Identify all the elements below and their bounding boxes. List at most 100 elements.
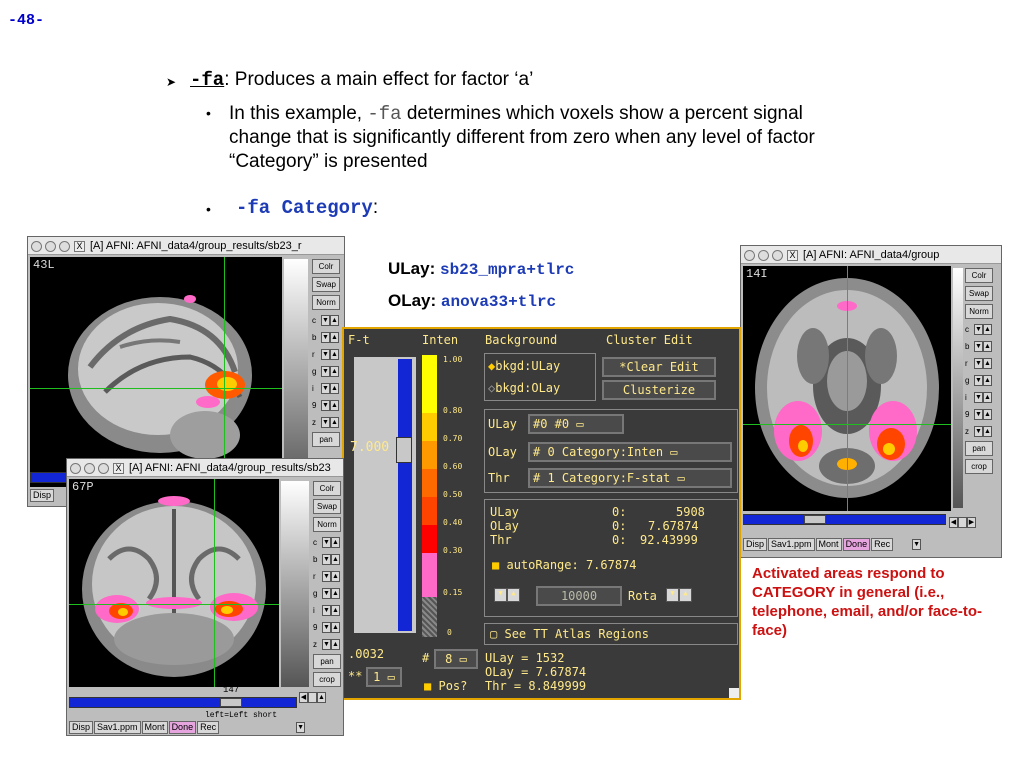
close-dot-icon[interactable] — [70, 462, 81, 474]
see-tt-toggle[interactable]: ▢ See TT Atlas Regions — [490, 627, 649, 641]
sav1ppm-button[interactable]: Sav1.ppm — [768, 538, 815, 551]
window-titlebar[interactable]: X [A] AFNI: AFNI_data4/group_results/sb23… — [28, 237, 344, 255]
down-arrow-icon[interactable]: ▼ — [321, 417, 330, 429]
hash-menu[interactable]: 8 ▭ — [434, 649, 478, 669]
right-arrow-icon[interactable]: ▶ — [967, 517, 976, 529]
colr-button[interactable]: Colr — [965, 268, 993, 283]
bkgd-ulay-radio[interactable]: ◆bkgd:ULay — [488, 359, 560, 373]
slice-slider[interactable] — [30, 472, 70, 483]
swap-button[interactable]: Swap — [965, 286, 993, 301]
up-arrow-icon[interactable]: ▲ — [507, 587, 520, 602]
slider-knob[interactable] — [804, 515, 826, 524]
down-arrow-icon[interactable]: ▼ — [974, 375, 983, 387]
up-arrow-icon[interactable]: ▲ — [331, 554, 340, 566]
disp-button[interactable]: Disp — [69, 721, 94, 734]
rec-button[interactable]: Rec — [871, 538, 894, 551]
close-dot-icon[interactable] — [744, 249, 755, 261]
axial-image[interactable]: 14I — [743, 266, 951, 511]
done-button[interactable]: Done — [842, 538, 871, 551]
up-arrow-icon[interactable]: ▲ — [983, 375, 992, 387]
olay-dataset-menu[interactable]: # 0 Category:Inten ▭ — [528, 442, 732, 462]
colr-button[interactable]: Colr — [312, 259, 340, 274]
coronal-image[interactable]: 67P — [69, 479, 279, 687]
pan-button[interactable]: pan — [312, 432, 340, 447]
up-arrow-icon[interactable]: ▲ — [331, 622, 340, 634]
up-arrow-icon[interactable]: ▲ — [330, 417, 339, 429]
clear-edit-button[interactable]: *Clear Edit — [602, 357, 716, 377]
x-icon[interactable]: X — [113, 462, 124, 474]
done-button[interactable]: Done — [168, 721, 197, 734]
disp-button[interactable]: Disp — [743, 538, 768, 551]
up-arrow-icon[interactable]: ▲ — [330, 315, 339, 327]
pan-button[interactable]: pan — [313, 654, 341, 669]
up-arrow-icon[interactable]: ▲ — [330, 366, 339, 378]
down-arrow-icon[interactable]: ▼ — [321, 383, 330, 395]
up-arrow-icon[interactable]: ▲ — [983, 324, 992, 336]
down-arrow-icon[interactable]: ▼ — [321, 332, 330, 344]
down-arrow-icon[interactable]: ▼ — [321, 349, 330, 361]
up-arrow-icon[interactable]: ▲ — [331, 639, 340, 651]
pos-toggle[interactable]: ■ Pos? — [424, 679, 467, 693]
window-titlebar[interactable]: X [A] AFNI: AFNI_data4/group_results/sb23 — [67, 459, 343, 477]
up-arrow-icon[interactable]: ▲ — [317, 692, 326, 704]
down-arrow-icon[interactable]: ▼ — [321, 315, 330, 327]
x-icon[interactable]: X — [74, 240, 85, 252]
mont-button[interactable]: Mont — [815, 538, 842, 551]
down-arrow-icon[interactable]: ▼ — [912, 539, 922, 551]
mont-button[interactable]: Mont — [141, 721, 168, 734]
down-arrow-icon[interactable]: ▼ — [974, 426, 983, 438]
down-arrow-icon[interactable]: ▼ — [296, 722, 306, 734]
down-arrow-icon[interactable]: ▼ — [322, 571, 331, 583]
up-arrow-icon[interactable]: ▲ — [331, 571, 340, 583]
up-arrow-icon[interactable]: ▲ — [331, 537, 340, 549]
sav1ppm-button[interactable]: Sav1.ppm — [94, 721, 141, 734]
zoom-dot-icon[interactable] — [772, 249, 783, 261]
down-arrow-icon[interactable]: ▼ — [321, 400, 330, 412]
left-arrow-icon[interactable]: ◀ — [949, 517, 958, 529]
window-titlebar[interactable]: X [A] AFNI: AFNI_data4/group — [741, 246, 1001, 264]
up-arrow-icon[interactable]: ▲ — [983, 392, 992, 404]
rec-button[interactable]: Rec — [197, 721, 220, 734]
up-arrow-icon[interactable]: ▲ — [330, 349, 339, 361]
up-arrow-icon[interactable]: ▲ — [330, 383, 339, 395]
down-arrow-icon[interactable]: ▼ — [974, 358, 983, 370]
down-arrow-icon[interactable]: ▼ — [322, 622, 331, 634]
up-arrow-icon[interactable]: ▲ — [983, 341, 992, 353]
swap-button[interactable]: Swap — [312, 277, 340, 292]
clusterize-button[interactable]: Clusterize — [602, 380, 716, 400]
resize-handle[interactable] — [729, 688, 739, 698]
square-icon[interactable] — [958, 517, 967, 529]
sagittal-image[interactable]: 43L — [30, 257, 282, 487]
left-arrow-icon[interactable]: ◀ — [299, 692, 308, 704]
range-input[interactable]: 10000 — [536, 586, 622, 606]
threshold-slider[interactable] — [396, 359, 412, 631]
disp-button[interactable]: Disp — [30, 489, 55, 502]
minimize-dot-icon[interactable] — [758, 249, 769, 261]
norm-button[interactable]: Norm — [313, 517, 341, 532]
down-arrow-icon[interactable]: ▼ — [494, 587, 507, 602]
zoom-dot-icon[interactable] — [59, 240, 70, 252]
colr-button[interactable]: Colr — [313, 481, 341, 496]
up-arrow-icon[interactable]: ▲ — [331, 605, 340, 617]
slider-knob[interactable] — [220, 698, 242, 707]
up-arrow-icon[interactable]: ▲ — [679, 587, 692, 602]
pan-button[interactable]: pan — [965, 441, 993, 456]
up-arrow-icon[interactable]: ▲ — [983, 358, 992, 370]
down-arrow-icon[interactable]: ▼ — [321, 366, 330, 378]
autorange-toggle[interactable]: ■ autoRange: 7.67874 — [492, 558, 637, 572]
down-arrow-icon[interactable]: ▼ — [322, 554, 331, 566]
up-arrow-icon[interactable]: ▲ — [331, 588, 340, 600]
thr-dataset-menu[interactable]: # 1 Category:F-stat ▭ — [528, 468, 732, 488]
down-arrow-icon[interactable]: ▼ — [666, 587, 679, 602]
bkgd-olay-radio[interactable]: ◇bkgd:OLay — [488, 381, 560, 395]
crop-button[interactable]: crop — [313, 672, 341, 687]
crop-button[interactable]: crop — [965, 459, 993, 474]
norm-button[interactable]: Norm — [965, 304, 993, 319]
up-arrow-icon[interactable]: ▲ — [330, 400, 339, 412]
up-arrow-icon[interactable]: ▲ — [983, 426, 992, 438]
ulay-dataset-menu[interactable]: #0 #0 ▭ — [528, 414, 624, 434]
square-icon[interactable] — [308, 692, 317, 704]
down-arrow-icon[interactable]: ▼ — [974, 409, 983, 421]
down-arrow-icon[interactable]: ▼ — [974, 341, 983, 353]
down-arrow-icon[interactable]: ▼ — [974, 392, 983, 404]
